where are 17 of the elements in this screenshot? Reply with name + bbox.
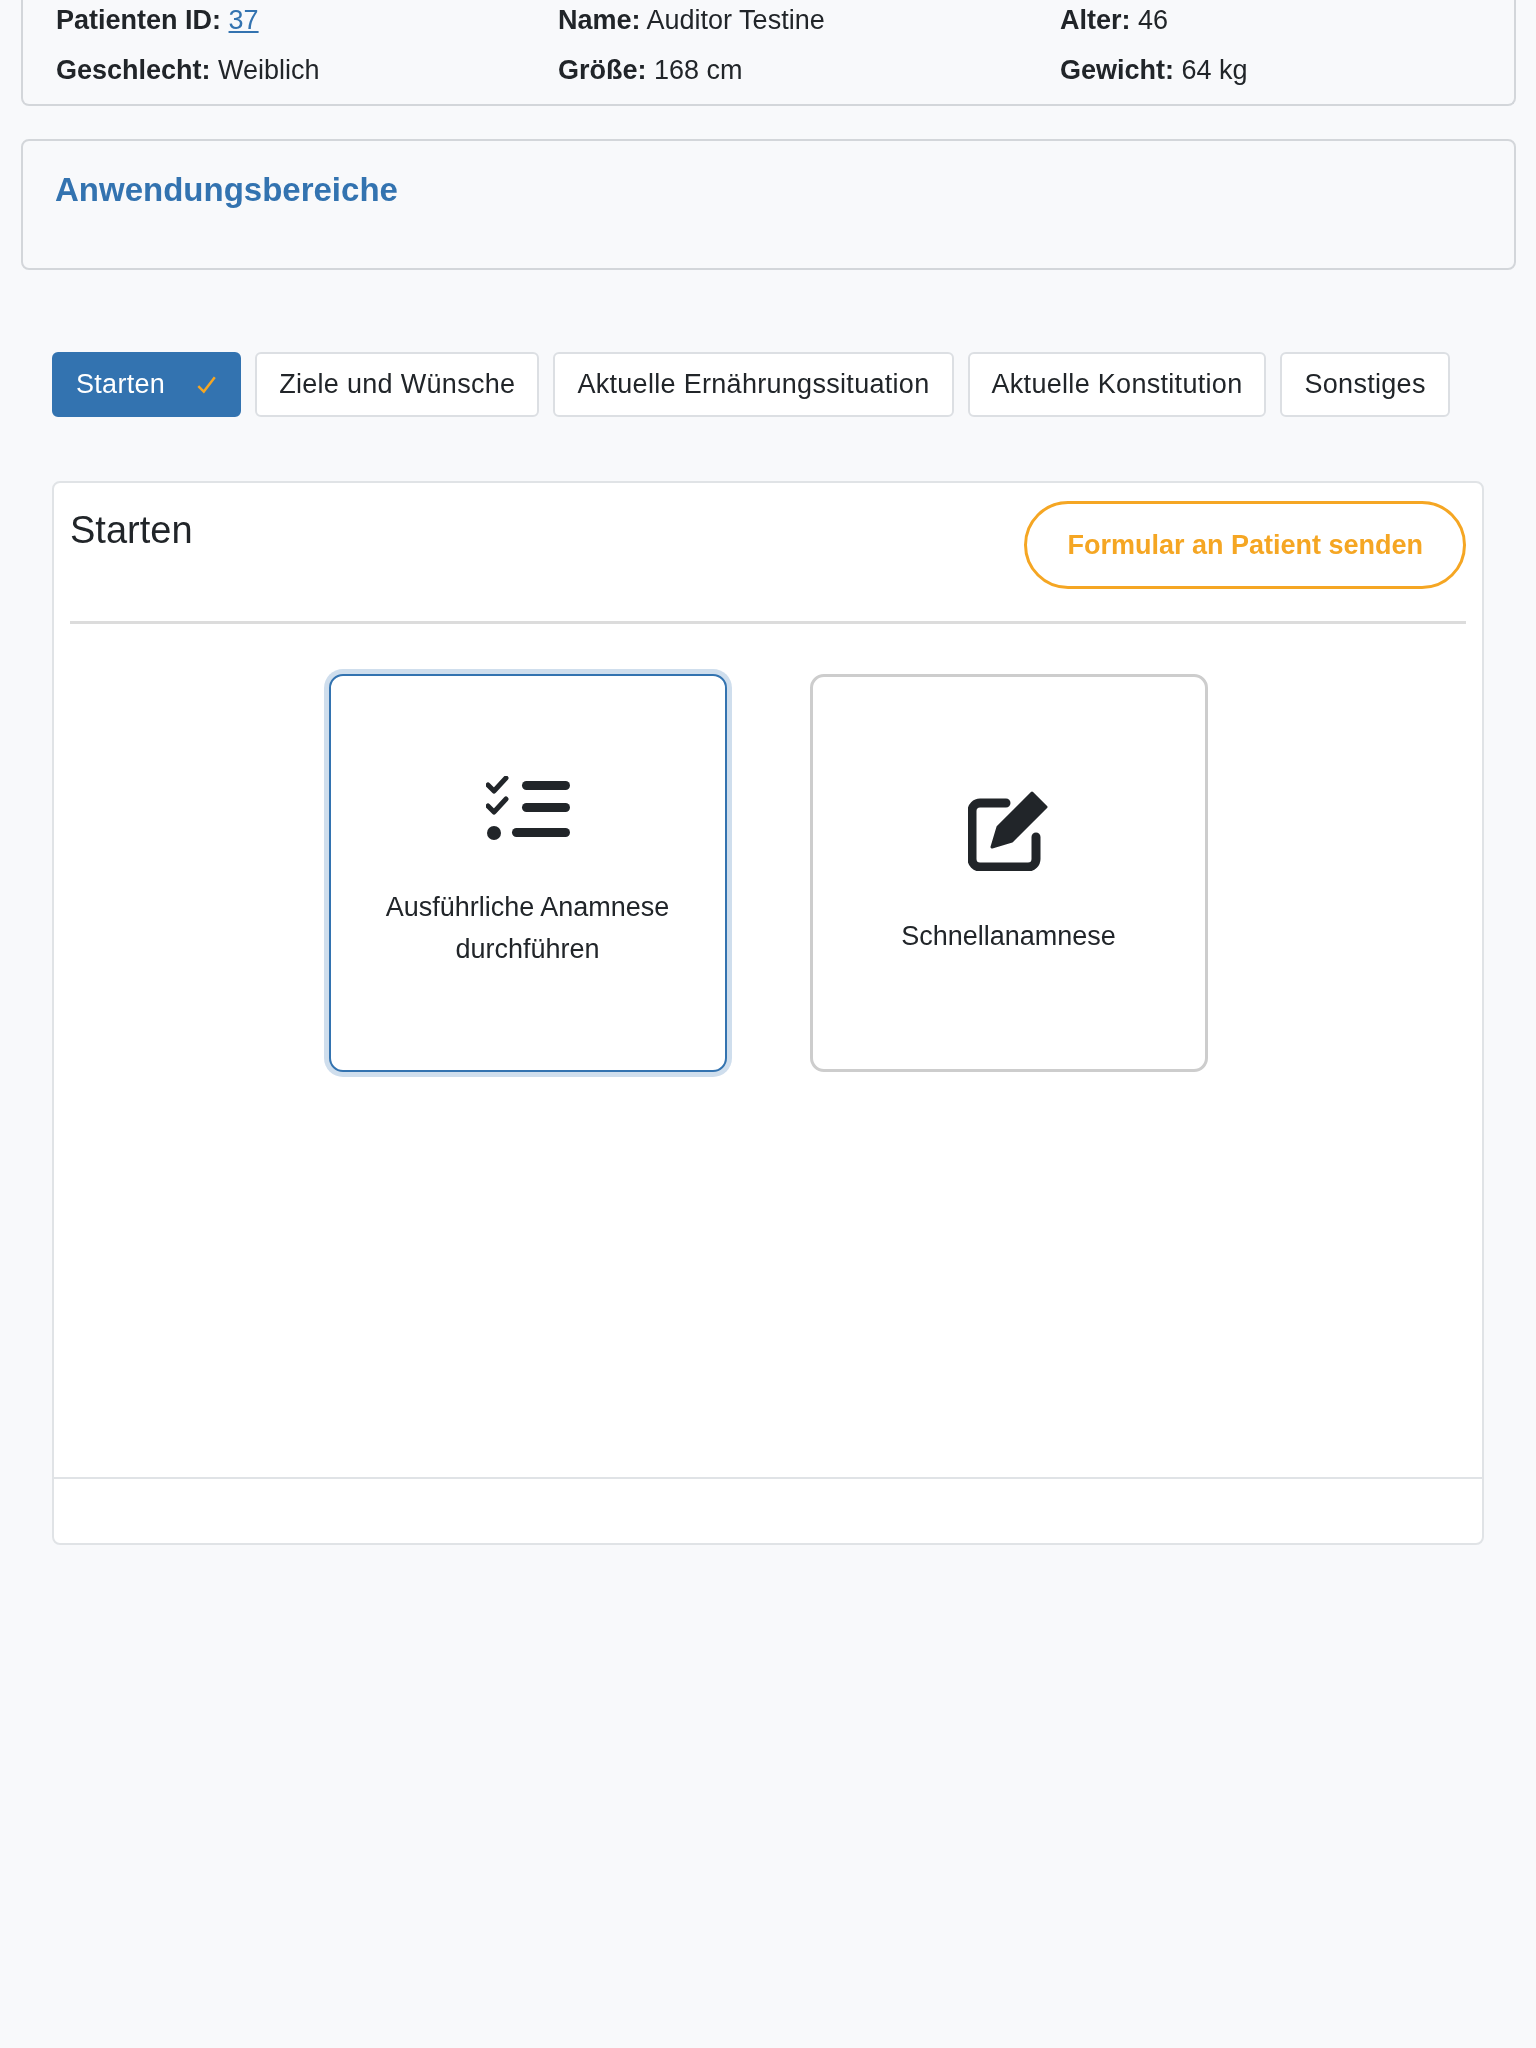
- edit-icon: [967, 789, 1050, 871]
- field-text: Alter: 46: [1060, 4, 1170, 36]
- tab[interactable]: Aktuelle Ernährungssituation: [553, 352, 954, 417]
- field-text: Geschlecht: Weiblich: [56, 54, 321, 86]
- field-text: Name: Auditor Testine: [558, 4, 826, 36]
- tab[interactable]: Ziele und Wünsche: [255, 352, 540, 417]
- section-title: Anwendungsbereiche: [55, 171, 399, 209]
- tab[interactable]: Starten: [52, 352, 242, 417]
- checklist-icon: [485, 776, 570, 842]
- field-text: Gewicht: 64 kg: [1060, 54, 1249, 86]
- field-label: Patienten ID:: [56, 5, 222, 35]
- patient-id-link[interactable]: 37: [228, 5, 259, 35]
- tab[interactable]: Sonstiges: [1280, 352, 1450, 417]
- panel-title: Starten: [70, 509, 193, 552]
- tab[interactable]: Aktuelle Konstitution: [967, 352, 1267, 417]
- option-card[interactable]: Schnellanamnese: [809, 674, 1208, 1072]
- field-text: Größe: 168 cm: [558, 54, 744, 86]
